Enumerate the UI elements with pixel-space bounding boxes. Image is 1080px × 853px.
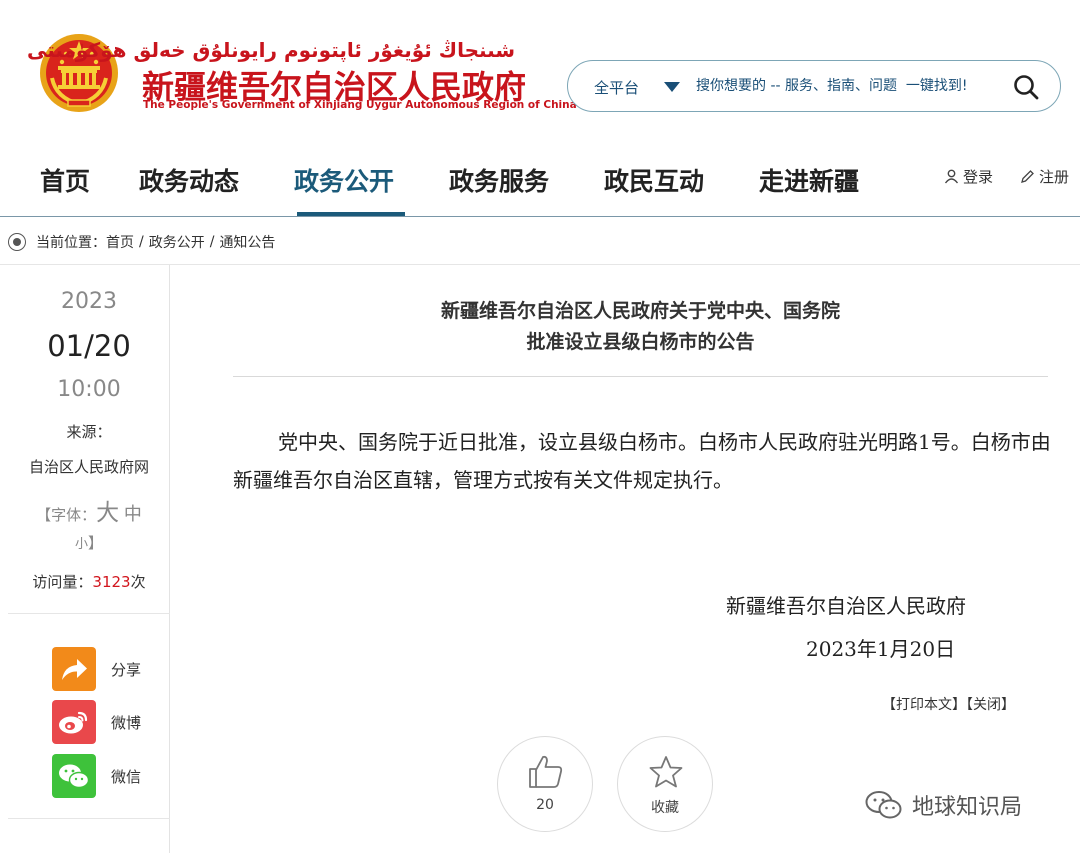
register-link[interactable]: 注册 <box>1020 166 1069 187</box>
publish-date: 01/20 <box>47 329 131 363</box>
article-actions: 【打印本文】【关闭】 <box>882 694 1015 714</box>
share-icon <box>52 647 96 691</box>
like-count: 20 <box>536 797 554 813</box>
user-icon <box>944 169 959 184</box>
like-button[interactable]: 20 <box>497 736 593 832</box>
pencil-icon <box>1021 170 1034 183</box>
breadcrumb-home[interactable]: 首页 <box>106 232 134 252</box>
nav-item-interaction[interactable]: 政民互动 <box>604 162 704 198</box>
article-body: 党中央、国务院于近日批准，设立县级白杨市。白杨市人民政府驻光明路1号。白杨市由新… <box>233 430 1051 492</box>
search-box: 全平台 <box>567 60 1061 112</box>
font-close-label: 】 <box>88 534 104 552</box>
site-header: شىنجاڭ ئۇيغۇر ئاپتونوم رايونلۇق خەلق ھۆك… <box>0 0 1080 130</box>
font-small-button[interactable]: 小 <box>75 537 88 552</box>
wechat-outline-icon <box>865 791 902 819</box>
source-label: 来源： <box>66 423 112 441</box>
signature-organization: 新疆维吾尔自治区人民政府 <box>726 594 966 618</box>
visits-unit: 次 <box>130 573 146 591</box>
breadcrumb-notices[interactable]: 通知公告 <box>219 232 275 252</box>
share-button[interactable]: 分享 <box>52 647 162 691</box>
font-large-button[interactable]: 大 <box>96 500 119 526</box>
nav-item-news[interactable]: 政务动态 <box>139 162 239 198</box>
platform-select[interactable]: 全平台 <box>594 77 639 98</box>
location-icon <box>8 233 26 251</box>
wechat-share-button[interactable]: 微信 <box>52 754 162 798</box>
login-label: 登录 <box>963 168 994 186</box>
breadcrumb-open-government[interactable]: 政务公开 <box>149 232 205 252</box>
visits-number: 3123 <box>92 573 131 591</box>
breadcrumb-label: 当前位置： <box>36 235 106 251</box>
article-title: 新疆维吾尔自治区人民政府关于党中央、国务院 批准设立县级白杨市的公告 <box>233 296 1048 358</box>
weibo-icon <box>52 700 96 744</box>
article-title-line-1: 新疆维吾尔自治区人民政府关于党中央、国务院 <box>440 300 840 322</box>
weibo-share-button[interactable]: 微博 <box>52 700 162 744</box>
favorite-button[interactable]: 收藏 <box>617 736 713 832</box>
thumbs-up-icon <box>529 755 563 788</box>
sidebar-divider <box>8 818 170 819</box>
font-medium-button[interactable]: 中 <box>124 504 142 525</box>
signature-date: 2023年1月20日 <box>806 637 956 661</box>
search-input[interactable] <box>696 73 1006 99</box>
site-title-uyghur: شىنجاڭ ئۇيغۇر ئاپتونوم رايونلۇق خەلق ھۆك… <box>26 38 515 62</box>
search-button[interactable] <box>1012 73 1042 101</box>
breadcrumb: 当前位置： 首页 / 政务公开 / 通知公告 <box>8 229 275 255</box>
sidebar-divider <box>8 613 170 614</box>
font-open-label: 【字体： <box>36 506 97 524</box>
title-divider <box>233 376 1048 377</box>
search-icon <box>1014 75 1039 100</box>
font-size-switcher: 【字体：大 中 小】 <box>8 499 170 559</box>
breadcrumb-separator: / <box>209 234 215 250</box>
star-icon <box>649 756 683 788</box>
wechat-label: 微信 <box>111 767 142 786</box>
article-title-line-2: 批准设立县级白杨市的公告 <box>526 331 755 353</box>
close-link[interactable]: 【关闭】 <box>966 697 1015 713</box>
main-nav: 首页 政务动态 政务公开 政务服务 政民互动 走进新疆 登录 注册 <box>0 150 1080 216</box>
nav-item-services[interactable]: 政务服务 <box>449 162 549 198</box>
favorite-label: 收藏 <box>651 800 679 816</box>
weibo-label: 微博 <box>111 713 142 732</box>
nav-item-about-xinjiang[interactable]: 走进新疆 <box>759 162 859 198</box>
visits-label: 访问量： <box>32 573 93 591</box>
watermark-text: 地球知识局 <box>912 795 1023 820</box>
source-value: 自治区人民政府网 <box>28 458 149 476</box>
site-title-english: The People's Government of Xinjiang Uygu… <box>143 99 577 111</box>
register-label: 注册 <box>1039 168 1070 186</box>
publish-year: 2023 <box>61 289 117 314</box>
nav-divider <box>0 216 1080 217</box>
chevron-down-icon[interactable] <box>664 82 680 92</box>
nav-item-open-government[interactable]: 政务公开 <box>294 162 394 198</box>
article-sidebar: 2023 01/20 10:00 来源： 自治区人民政府网 【字体：大 中 小】… <box>8 265 170 853</box>
login-link[interactable]: 登录 <box>944 166 993 187</box>
watermark: 地球知识局 <box>864 788 1022 822</box>
share-label: 分享 <box>111 660 142 679</box>
visit-count: 访问量：3123次 <box>8 571 170 592</box>
nav-item-home[interactable]: 首页 <box>40 162 90 198</box>
wechat-icon <box>52 754 96 798</box>
print-link[interactable]: 【打印本文】 <box>882 697 966 713</box>
publish-time: 10:00 <box>57 377 121 402</box>
breadcrumb-separator: / <box>139 234 144 250</box>
